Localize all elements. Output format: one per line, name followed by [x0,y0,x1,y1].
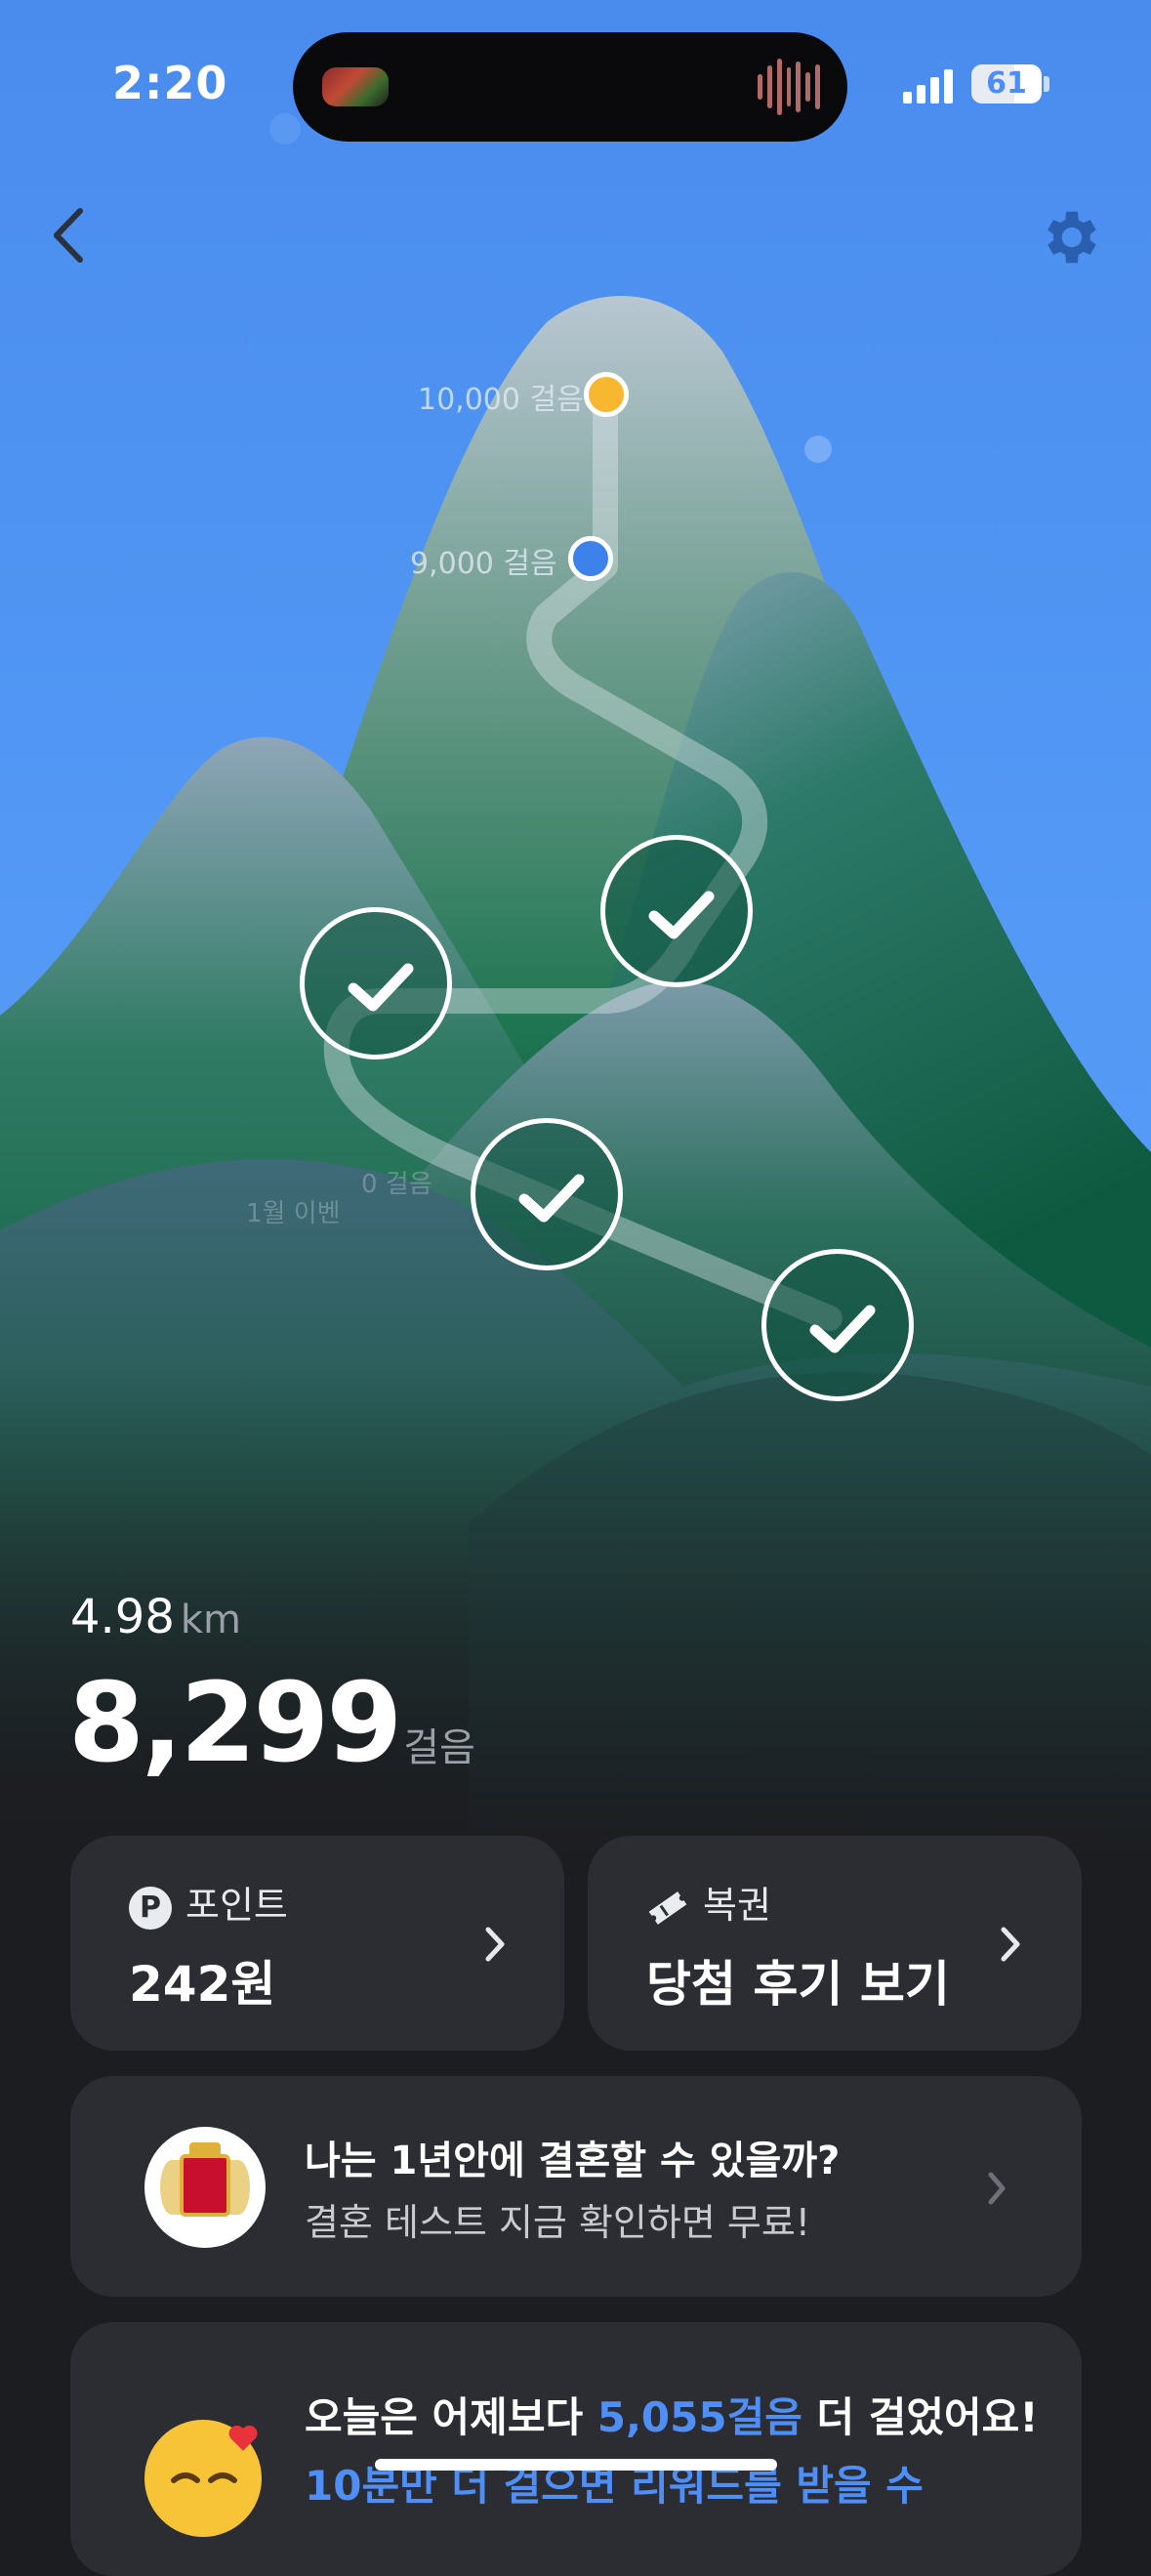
checkmark-icon [348,963,414,1012]
chevron-right-icon [988,2172,1006,2205]
home-indicator[interactable] [375,2459,777,2471]
chevron-left-icon [54,208,83,263]
promo-title: 나는 1년안에 결혼할 수 있을까? [305,2139,841,2183]
checkmark-icon [648,891,715,939]
cellular-signal-icon [903,66,958,104]
points-card[interactable]: P 포인트 242원 [70,1836,564,2051]
battery-tip [1044,76,1049,92]
faint-label-zero-steps: 0 걸음 [361,1170,432,1199]
steps-unit: 걸음 [403,1725,475,1770]
checkpoint-completed[interactable] [471,1118,623,1270]
milestone-dot-goal [584,372,629,417]
distance-unit: km [180,1598,242,1642]
steps-value: 8,299 [68,1660,402,1787]
emblem-logo-icon [144,2127,266,2248]
checkpoint-completed[interactable] [300,907,452,1059]
promo-subtitle: 결혼 테스트 지금 확인하면 무료! [305,2201,811,2244]
lottery-title: 복권 [703,1884,771,1927]
distance-value: 4.98 [70,1590,175,1644]
status-time: 2:20 [112,57,228,109]
faint-label-event: 1월 이벤 [246,1199,341,1228]
chevron-right-icon [1001,1927,1020,1962]
points-title-row: P 포인트 [129,1875,288,1930]
comparison-text: 오늘은 어제보다 5,055걸음 더 걸었어요! [305,2385,1038,2444]
milestone-dot-current [568,536,613,581]
gear-icon [1048,211,1096,264]
lottery-title-row: 복권 [646,1875,771,1930]
ticket-icon [648,1890,687,1925]
points-title: 포인트 [185,1884,288,1927]
battery-icon: 61 [971,64,1042,104]
dynamic-island [293,32,847,142]
points-value: 242원 [129,1956,276,2013]
back-button[interactable] [43,201,98,270]
checkmark-icon [518,1174,585,1223]
comparison-prefix: 오늘은 어제보다 [305,2393,597,2441]
audio-waveform-icon [758,58,821,116]
checkmark-icon [809,1305,876,1353]
checkpoint-completed[interactable] [600,835,753,987]
comparison-suffix: 더 걸었어요! [802,2393,1039,2441]
milestone-label-9000: 9,000 걸음 [410,547,557,581]
mountain-scene [0,0,1151,1855]
distance-readout: 4.98 km [70,1590,241,1644]
comparison-highlight: 5,055걸음 [596,2393,802,2441]
lottery-card[interactable]: 복권 당첨 후기 보기 [588,1836,1082,2051]
checkpoint-completed[interactable] [761,1249,914,1401]
step-count: 8,299 걸음 [68,1660,475,1787]
settings-button[interactable] [1035,203,1103,271]
heart-icon [228,2425,258,2451]
lottery-value: 당첨 후기 보기 [646,1956,950,2013]
point-badge-icon: P [129,1886,172,1930]
chevron-right-icon [485,1927,505,1962]
now-playing-artwork-icon [322,67,389,106]
battery-level: 61 [986,66,1027,101]
milestone-label-10000: 10,000 걸음 [418,383,584,417]
